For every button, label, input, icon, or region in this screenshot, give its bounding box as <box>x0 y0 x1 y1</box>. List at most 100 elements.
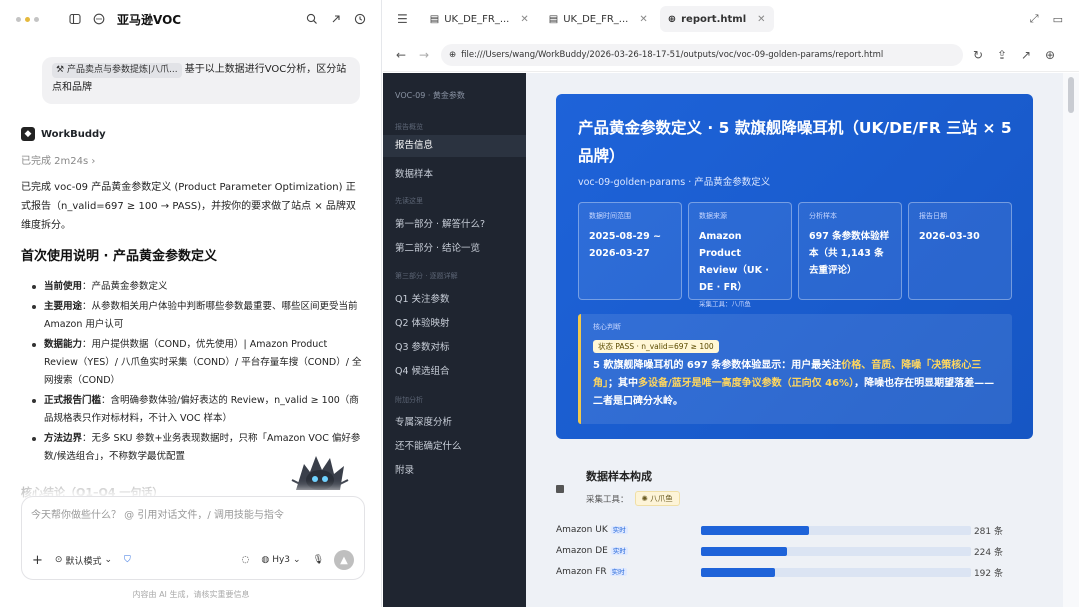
bullet-label: 方法边界 <box>44 433 83 444</box>
bullet-text: ：从参数相关用户体验中判断哪些参数最重要、哪些区间更受当前 Amazon 用户认… <box>44 301 358 330</box>
app-title: 亚马逊VOC <box>117 12 182 27</box>
chevron-right-icon: › <box>91 156 96 167</box>
close-icon[interactable]: ✕ <box>757 14 765 25</box>
count-label: 281 条 <box>973 527 1003 537</box>
tab-xlsx-1[interactable]: ▤ UK_DE_FR_... ✕ <box>422 6 537 32</box>
send-button[interactable]: ▲ <box>334 550 354 570</box>
close-icon[interactable]: ✕ <box>639 14 647 25</box>
tool-label: 采集工具： <box>586 494 629 505</box>
sidebar-item-part2[interactable]: 第二部分 · 结论一览 <box>395 240 480 254</box>
site-name: Amazon UK <box>556 525 608 535</box>
loading-icon: ◌ <box>241 555 250 565</box>
judgment-text: 5 款旗舰降噪耳机的 697 条参数体验显示：用户最关注价格、音质、降噪「决策核… <box>593 357 1000 411</box>
microphone-icon[interactable]: 🎙︎ <box>313 555 324 565</box>
model-icon: ◍ <box>261 555 270 565</box>
skill-icon[interactable]: ⛉ <box>124 555 131 565</box>
tab-label: UK_DE_FR_... <box>563 13 629 25</box>
globe-icon[interactable]: ⊕ <box>1045 48 1055 62</box>
report-title: 产品黄金参数定义 · 5 款旗舰降噪耳机（UK/DE/FR 三站 × 5 品牌） <box>578 119 1012 165</box>
chat-panel: 亚马逊VOC ⚒ 产品卖点与参数提炼|八爪... 基于以上数据进行VOC分析，区… <box>0 0 382 607</box>
tab-report[interactable]: ⊕ report.html ✕ <box>659 6 774 32</box>
report-content: 产品黄金参数定义 · 5 款旗舰降噪耳机（UK/DE/FR 三站 × 5 品牌）… <box>526 73 1063 607</box>
completion-status[interactable]: 已完成 2m24s › <box>21 152 95 167</box>
sample-title: 数据样本构成 <box>586 470 652 483</box>
add-icon[interactable]: + <box>32 553 43 568</box>
mode-label: 默认模式 <box>65 556 102 567</box>
realtime-badge: 实时 <box>610 547 628 555</box>
report-sidebar: VOC-09 · 黄金参数 报告概览 报告信息 数据样本 先读这里 第一部分 ·… <box>383 73 526 607</box>
sidebar-item-deep-analysis[interactable]: 专属深度分析 <box>395 414 452 428</box>
sidebar-item-q1[interactable]: Q1 关注参数 <box>395 291 450 305</box>
bullet-text: ：产品黄金参数定义 <box>82 281 168 292</box>
meta-label: 分析样本 <box>809 212 837 220</box>
bullet-label: 数据能力 <box>44 339 83 350</box>
sidebar-item-q3[interactable]: Q3 参数对标 <box>395 339 450 353</box>
globe-icon: ⊕ <box>667 13 677 25</box>
bar-track <box>701 568 971 577</box>
scrollbar-thumb[interactable] <box>1068 77 1074 113</box>
assistant-intro: 已完成 voc-09 产品黄金参数定义 (Product Parameter O… <box>21 182 356 231</box>
judgment-highlight: 多设备/蓝牙是唯一高度争议参数（正向仅 46%） <box>638 378 855 389</box>
scrollbar[interactable] <box>1063 73 1079 607</box>
judgment-part: ；其中 <box>608 378 638 389</box>
sidebar-toggle-icon[interactable] <box>67 11 83 27</box>
meta-label: 报告日期 <box>919 212 947 220</box>
mode-selector[interactable]: ⊙ 默认模式 ⌄ <box>55 554 112 567</box>
count-label: 192 条 <box>973 569 1003 579</box>
address-bar: ← → ⊕ file:///Users/wang/WorkBuddy/2026-… <box>383 38 1079 72</box>
tab-label: UK_DE_FR_... <box>444 13 510 25</box>
sidebar-item-report-info[interactable]: 报告信息 <box>383 135 526 157</box>
forward-icon[interactable]: → <box>419 48 429 62</box>
mascot-icon <box>291 456 349 490</box>
sidebar-item-uncertain[interactable]: 还不能确定什么 <box>395 438 462 452</box>
share-icon[interactable] <box>328 11 344 27</box>
meta-note: 采集工具：八爪鱼 <box>699 300 751 308</box>
composer-input[interactable]: 今天帮你做些什么？ @ 引用对话文件，/ 调用技能与指令 <box>31 506 284 521</box>
sidebar-item-q2[interactable]: Q2 体验映射 <box>395 315 450 329</box>
status-badge: 状态 PASS · n_valid=697 ≥ 100 <box>593 340 719 353</box>
sidebar-item-q4[interactable]: Q4 候选组合 <box>395 363 450 377</box>
sidebar-item-appendix[interactable]: 附录 <box>395 462 414 476</box>
back-icon[interactable]: ← <box>396 48 406 62</box>
sidebar-section-label: 报告概览 <box>395 123 423 131</box>
report-brand: VOC-09 · 黄金参数 <box>395 91 465 100</box>
sidebar-item-data-sample[interactable]: 数据样本 <box>395 166 433 180</box>
composer-toolbar: + ⊙ 默认模式 ⌄ ⛉ ◌ ◍ Hy3 ⌄ 🎙︎ ▲ <box>32 550 354 570</box>
sample-row: Amazon DE 实时 224 条 <box>556 543 1033 559</box>
upload-icon[interactable]: ⇪ <box>997 48 1007 62</box>
window-controls[interactable] <box>16 16 39 22</box>
bullet-text: ：用户提供数据（COND，优先使用）| Amazon Product Revie… <box>44 339 362 386</box>
sample-row: Amazon UK 实时 281 条 <box>556 522 1033 538</box>
app-window: 亚马逊VOC ⚒ 产品卖点与参数提炼|八爪... 基于以上数据进行VOC分析，区… <box>0 0 1079 607</box>
url-field[interactable]: ⊕ file:///Users/wang/WorkBuddy/2026-03-2… <box>441 44 963 66</box>
reload-icon[interactable]: ↻ <box>973 48 983 62</box>
list-item: 当前使用：产品黄金参数定义 <box>32 278 362 296</box>
realtime-badge: 实时 <box>610 526 628 534</box>
search-icon[interactable] <box>304 11 320 27</box>
sidebar-item-part1[interactable]: 第一部分 · 解答什么? <box>395 216 485 230</box>
tab-xlsx-2[interactable]: ▤ UK_DE_FR_... ✕ <box>541 6 656 32</box>
meta-label: 数据时间范围 <box>589 212 631 220</box>
report-hero: 产品黄金参数定义 · 5 款旗舰降噪耳机（UK/DE/FR 三站 × 5 品牌）… <box>556 94 1033 439</box>
bar-fill <box>701 547 788 556</box>
panel-toggle-icon[interactable]: ▭ <box>1053 13 1063 26</box>
menu-icon[interactable]: ☰ <box>397 12 408 26</box>
message-composer[interactable]: 今天帮你做些什么？ @ 引用对话文件，/ 调用技能与指令 + ⊙ 默认模式 ⌄ … <box>21 496 365 580</box>
expand-icon[interactable]: ⤢ <box>1030 12 1039 26</box>
model-selector[interactable]: ◍ Hy3 ⌄ <box>261 555 300 565</box>
meta-value: 697 条参数体验样本（共 1,143 条去重评论） <box>809 231 890 276</box>
list-item: 正式报告门槛：含明确参数体验/偏好表达的 Review，n_valid ≥ 10… <box>32 392 362 428</box>
url-text: file:///Users/wang/WorkBuddy/2026-03-26-… <box>461 50 884 60</box>
mode-icon: ⊙ <box>54 555 63 565</box>
share-icon[interactable]: ↗ <box>1021 48 1031 62</box>
workbuddy-logo-icon: ◆ <box>21 127 35 141</box>
chat-icon[interactable] <box>91 11 107 27</box>
count-label: 224 条 <box>973 548 1003 558</box>
close-icon[interactable]: ✕ <box>520 14 528 25</box>
assistant-name: WorkBuddy <box>41 128 106 140</box>
core-judgment: 核心判断 状态 PASS · n_valid=697 ≥ 100 5 款旗舰降噪… <box>578 314 1012 424</box>
skill-chip[interactable]: ⚒ 产品卖点与参数提炼|八爪... <box>52 63 182 78</box>
sample-row: Amazon FR 实时 192 条 <box>556 564 1033 580</box>
history-icon[interactable] <box>352 11 368 27</box>
judgment-part: 5 款旗舰降噪耳机的 697 条参数体验显示：用户最关注 <box>593 360 842 371</box>
